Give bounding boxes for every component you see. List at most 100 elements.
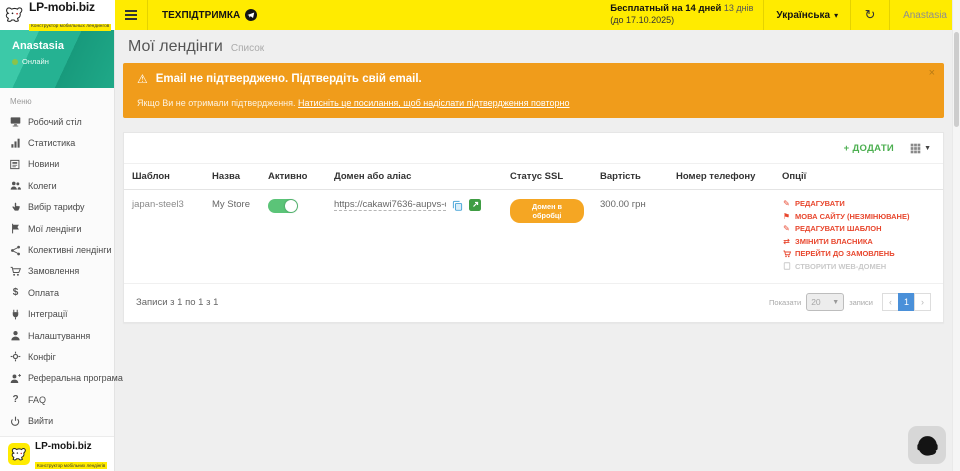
option-change-owner[interactable]: ⇄ ЗМІНИТИ ВЛАСНИКА	[782, 237, 935, 246]
news-icon	[10, 159, 21, 170]
entries-label: записи	[849, 298, 873, 307]
table-footer: Записи з 1 по 1 з 1 Показати 20 ▼ записи…	[124, 284, 943, 322]
vertical-scrollbar[interactable]	[952, 0, 960, 471]
grid-view-icon	[910, 143, 921, 154]
user-plus-icon	[10, 373, 21, 384]
refresh-icon: ↻	[865, 7, 876, 23]
external-link-icon[interactable]	[469, 199, 481, 211]
col-active: Активно	[260, 164, 326, 190]
breadcrumb: Список	[231, 43, 264, 54]
prev-page-button[interactable]: ‹	[882, 293, 899, 311]
trial-status: Бесплатный на 14 дней 13 днів (до 17.10.…	[600, 3, 763, 27]
sidebar-item-tariff[interactable]: Вибір тарифу	[0, 197, 114, 218]
option-edit-template[interactable]: ✎ РЕДАГУВАТИ ШАБЛОН	[782, 224, 935, 233]
dog-logo-icon	[8, 443, 30, 465]
col-phone: Номер телефону	[668, 164, 774, 190]
cell-phone	[668, 190, 774, 284]
online-status-label: Онлайн	[22, 57, 49, 66]
online-status-dot	[12, 59, 18, 65]
next-page-button[interactable]: ›	[914, 293, 931, 311]
sidebar-item-dashboard[interactable]: Робочий стіл	[0, 111, 114, 132]
topbar-username[interactable]: Anastasia	[890, 0, 960, 30]
sidebar-item-orders[interactable]: Замовлення	[0, 261, 114, 282]
refresh-button[interactable]: ↻	[851, 0, 889, 30]
app-window: LP-mobi.biz Конструктор мобильных лендин…	[0, 0, 960, 471]
brand-tagline: Конструктор мобильных лендингов	[29, 24, 111, 31]
question-icon: ?	[10, 394, 21, 405]
sidebar-item-statistics[interactable]: Статистика	[0, 132, 114, 153]
chevron-down-icon: ▾	[834, 11, 838, 20]
copy-icon[interactable]	[452, 200, 463, 211]
page-1-button[interactable]: 1	[898, 293, 915, 311]
email-warning-banner: ⚠ Email не підтверджено. Підтвердіть сві…	[123, 63, 944, 118]
view-mode-button[interactable]: ▼	[910, 143, 931, 154]
edit-icon: ✎	[782, 199, 791, 208]
landings-table: Шаблон Назва Активно Домен або аліас Ста…	[124, 163, 943, 284]
gears-icon	[10, 351, 21, 362]
option-go-to-orders[interactable]: ПЕРЕЙТИ ДО ЗАМОВЛЕНЬ	[782, 249, 935, 258]
col-domain: Домен або аліас	[326, 164, 502, 190]
sidebar-item-payment[interactable]: $ Оплата	[0, 282, 114, 303]
sidebar-item-referral[interactable]: Реферальна програма	[0, 368, 114, 389]
sidebar-item-colleagues[interactable]: Колеги	[0, 175, 114, 196]
active-toggle[interactable]	[268, 199, 298, 213]
resend-confirmation-link[interactable]: Натисніть це посилання, щоб надіслати пі…	[298, 98, 569, 108]
language-selector[interactable]: Українська ▾	[764, 0, 850, 30]
scrollbar-thumb[interactable]	[954, 32, 959, 127]
sidebar-item-settings[interactable]: Налаштування	[0, 325, 114, 346]
cell-ssl: Домен в обробці	[502, 190, 592, 284]
add-button[interactable]: + ДОДАТИ	[844, 143, 894, 154]
banner-title: Email не підтверджено. Підтвердіть свій …	[156, 73, 422, 85]
sidebar-item-integrations[interactable]: Інтеграції	[0, 304, 114, 325]
close-icon[interactable]: ×	[929, 68, 935, 79]
sidebar-item-my-landings[interactable]: Мої лендінги	[0, 218, 114, 239]
sidebar-item-config[interactable]: Конфіг	[0, 346, 114, 367]
swap-icon: ⇄	[782, 237, 791, 246]
ssl-status-badge: Домен в обробці	[510, 199, 584, 223]
footer-brand-name: LP-mobi.biz	[35, 441, 92, 452]
stats-icon	[10, 138, 21, 149]
page-title: Мої лендінги	[128, 38, 223, 56]
trial-until: (до 17.10.2025)	[610, 15, 674, 25]
sidebar-item-collective-landings[interactable]: Колективні лендінги	[0, 239, 114, 260]
sidebar-item-news[interactable]: Новини	[0, 154, 114, 175]
per-page-select[interactable]: 20 ▼	[806, 293, 844, 311]
sidebar-toggle-button[interactable]	[115, 0, 147, 30]
cell-active	[260, 190, 326, 284]
colleagues-icon	[10, 180, 21, 191]
cell-name: My Store	[204, 190, 260, 284]
show-label: Показати	[769, 298, 801, 307]
plus-icon: +	[844, 143, 850, 154]
edit-icon: ✎	[782, 224, 791, 233]
brand-logo[interactable]: LP-mobi.biz Конструктор мобильных лендин…	[0, 0, 115, 30]
sidebar: Anastasia Онлайн Меню Робочий стіл Стати…	[0, 30, 115, 471]
cell-price: 300.00 грн	[592, 190, 668, 284]
sidebar-item-faq[interactable]: ? FAQ	[0, 389, 114, 410]
telegram-icon	[245, 9, 257, 21]
sidebar-footer-logo[interactable]: LP-mobi.biz Конструктор мобільних лендін…	[0, 436, 114, 471]
support-label: ТЕХПІДТРИМКА	[162, 10, 240, 21]
domain-link[interactable]: https://cakawi7636-aupvs-com-42	[334, 199, 446, 211]
desktop-icon	[10, 116, 21, 127]
col-options: Опції	[774, 164, 943, 190]
headset-icon	[914, 432, 941, 459]
dollar-icon: $	[10, 287, 21, 298]
support-chat-widget[interactable]	[908, 426, 946, 464]
option-site-language[interactable]: ⚑ МОВА САЙТУ (НЕЗМІНЮВАНЕ)	[782, 212, 935, 221]
main-content: Мої лендінги Список ⚠ Email не підтвердж…	[115, 30, 952, 471]
col-name: Назва	[204, 164, 260, 190]
support-button[interactable]: ТЕХПІДТРИМКА	[148, 0, 271, 30]
table-row: japan-steel3 My Store https://cakawi7636…	[124, 190, 943, 284]
cart-icon	[782, 250, 791, 258]
table-toolbar: + ДОДАТИ ▼	[124, 133, 943, 163]
landings-icon	[10, 223, 21, 234]
tariff-icon	[10, 202, 21, 213]
cart-icon	[10, 266, 21, 277]
col-ssl: Статус SSL	[502, 164, 592, 190]
option-edit[interactable]: ✎ РЕДАГУВАТИ	[782, 199, 935, 208]
cell-options: ✎ РЕДАГУВАТИ ⚑ МОВА САЙТУ (НЕЗМІНЮВАНЕ) …	[774, 190, 943, 284]
col-price: Вартість	[592, 164, 668, 190]
sidebar-item-logout[interactable]: Вийти	[0, 410, 114, 431]
document-icon	[782, 262, 791, 270]
col-template: Шаблон	[124, 164, 204, 190]
